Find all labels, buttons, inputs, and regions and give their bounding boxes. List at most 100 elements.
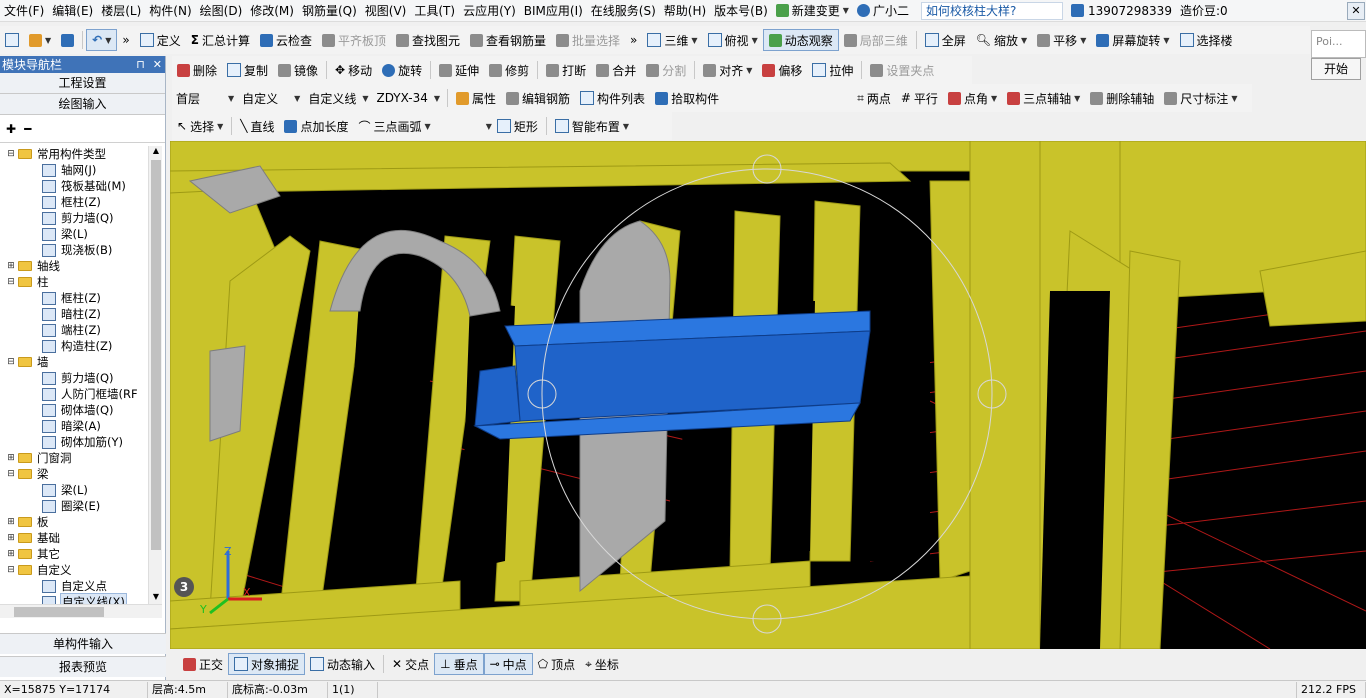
menu-tools[interactable]: 工具(T) [410,2,459,19]
tree-vertical-scrollbar[interactable]: ▲ ▼ [148,146,162,604]
expand-icon[interactable]: ⊞ [6,533,16,543]
menu-help[interactable]: 帮助(H) [660,2,710,19]
extend-button[interactable]: 延伸 [434,59,484,81]
stretch-button[interactable]: 拉伸 [807,59,858,81]
three-point-aux-button[interactable]: 三点辅轴 ▼ [1002,87,1085,109]
tree-item[interactable]: 暗柱(Z) [0,306,148,322]
element-list-button[interactable]: 构件列表 [575,87,650,109]
tree-folder[interactable]: ⊞ 轴线 [0,258,148,274]
local-3d-button[interactable]: 局部三维 [839,29,913,51]
menu-online[interactable]: 在线服务(S) [587,2,660,19]
arc3-button[interactable]: ⌒ 三点画弧 ▼ [354,115,436,137]
collapse-icon[interactable]: ⊟ [6,149,16,159]
account[interactable]: 13907298339 [1070,4,1172,18]
pan-button[interactable]: 平移 ▼ [1032,29,1091,51]
collapse-icon[interactable]: ⊟ [6,357,16,367]
copy-button[interactable]: 复制 [222,59,273,81]
menu-component[interactable]: 构件(N) [145,2,195,19]
smart-layout-button[interactable]: 智能布置 ▼ [550,115,634,137]
start-button[interactable]: 开始 [1311,58,1361,80]
tree-folder[interactable]: ⊟ 墙 [0,354,148,370]
perpendicular-snap[interactable]: ⊥ 垂点 [434,653,484,675]
attributes-button[interactable]: 属性 [451,87,501,109]
new-file-button[interactable] [0,29,24,51]
tree-folder[interactable]: ⊞ 门窗洞 [0,450,148,466]
tree-folder[interactable]: ⊞ 基础 [0,530,148,546]
toolbar-overflow-button[interactable]: » [117,29,134,51]
tree-item[interactable]: 轴网(J) [0,162,148,178]
cloud-check-button[interactable]: 云检查 [255,29,317,51]
select-floor-button[interactable]: 选择楼 [1175,29,1238,51]
collapse-icon[interactable]: ⊟ [6,565,16,575]
fullscreen-button[interactable]: 全屏 [920,29,971,51]
floor-select[interactable]: 首层 ▼ [172,88,238,108]
tree-folder[interactable]: ⊟ 自定义 [0,562,148,578]
menu-edit[interactable]: 编辑(E) [48,2,97,19]
rect-button[interactable]: 矩形 [492,115,543,137]
coordinate-snap[interactable]: ⌖ 坐标 [580,653,624,675]
dynamic-observe-button[interactable]: 动态观察 [762,29,839,51]
tree-item[interactable]: 框柱(Z) [0,194,148,210]
view3d-button[interactable]: 三维 ▼ [642,29,702,51]
set-clamp-button[interactable]: 设置夹点 [865,59,939,81]
dimension-button[interactable]: 尺寸标注 ▼ [1159,87,1242,109]
point-angle-button[interactable]: 点角 ▼ [943,87,1002,109]
tree-item[interactable]: 筏板基础(M) [0,178,148,194]
report-preview-button[interactable]: 报表预览 [0,656,166,677]
expand-all-icon[interactable]: ✚ [6,122,16,136]
tree-item[interactable]: 砌体加筋(Y) [0,434,148,450]
new-change-menu[interactable]: 新建变更 ▼ [772,2,853,19]
menu-view[interactable]: 视图(V) [361,2,411,19]
mirror-button[interactable]: 镜像 [273,59,323,81]
merge-button[interactable]: 合并 [591,59,641,81]
parallel-button[interactable]: # 平行 [896,87,943,109]
expand-icon[interactable]: ⊞ [6,261,16,271]
menu-file[interactable]: 文件(F) [0,2,48,19]
menu-rebar-qty[interactable]: 钢筋量(Q) [298,2,361,19]
tree-item[interactable]: 人防门框墙(RF [0,386,148,402]
tree-folder[interactable]: ⊟ 柱 [0,274,148,290]
select-button[interactable]: ↖ 选择 ▼ [172,115,228,137]
top-view-button[interactable]: 俯视 ▼ [703,29,763,51]
pick-element-button[interactable]: 拾取构件 [650,87,724,109]
rotate-button[interactable]: 旋转 [377,59,427,81]
collapse-icon[interactable]: ⊟ [6,469,16,479]
offset-button[interactable]: 偏移 [757,59,807,81]
tree-item[interactable]: 梁(L) [0,226,148,242]
scroll-up-icon[interactable]: ▲ [149,146,163,158]
menu-version[interactable]: 版本号(B) [710,2,772,19]
tree-item[interactable]: 剪力墙(Q) [0,210,148,226]
calc-button[interactable]: Σ 汇总计算 [186,29,255,51]
dynamic-input-toggle[interactable]: 动态输入 [305,653,380,675]
batch-select-button[interactable]: 批量选择 [551,29,625,51]
midpoint-snap[interactable]: ⊸ 中点 [483,653,533,675]
tree-folder[interactable]: ⊟ 常用构件类型 [0,146,148,162]
assistant-menu[interactable]: 广小二 [853,2,913,19]
scroll-down-icon[interactable]: ▼ [149,592,163,604]
close-icon[interactable]: ✕ [153,58,162,71]
close-icon[interactable]: ✕ [1347,2,1365,20]
expand-icon[interactable]: ⊞ [6,453,16,463]
toolbar-overflow-button-2[interactable]: » [625,29,642,51]
flush-slab-button[interactable]: 平齐板顶 [317,29,391,51]
align-button[interactable]: 对齐 ▼ [698,59,757,81]
tree-item[interactable]: 暗梁(A) [0,418,148,434]
two-points-button[interactable]: ⌗ 两点 [852,87,896,109]
ortho-toggle[interactable]: 正交 [178,653,228,675]
scrollbar-thumb[interactable] [151,160,161,550]
drawing-input-button[interactable]: 绘图输入 [0,94,165,115]
collapse-all-icon[interactable]: ━ [24,122,31,136]
tree-item[interactable]: 现浇板(B) [0,242,148,258]
tree-item[interactable]: 剪力墙(Q) [0,370,148,386]
tree-item[interactable]: 端柱(Z) [0,322,148,338]
tree-folder[interactable]: ⊞ 板 [0,514,148,530]
menu-draw[interactable]: 绘图(D) [196,2,247,19]
3d-viewport[interactable]: Z X Y 3 [170,141,1366,649]
tree-item[interactable]: 砌体墙(Q) [0,402,148,418]
single-input-button[interactable]: 单构件输入 [0,633,166,654]
selected-beam[interactable] [473,310,871,440]
open-file-button[interactable]: ▼ [24,29,56,51]
tree-item[interactable]: 框柱(Z) [0,290,148,306]
save-button[interactable] [56,29,79,51]
menu-floor[interactable]: 楼层(L) [97,2,145,19]
